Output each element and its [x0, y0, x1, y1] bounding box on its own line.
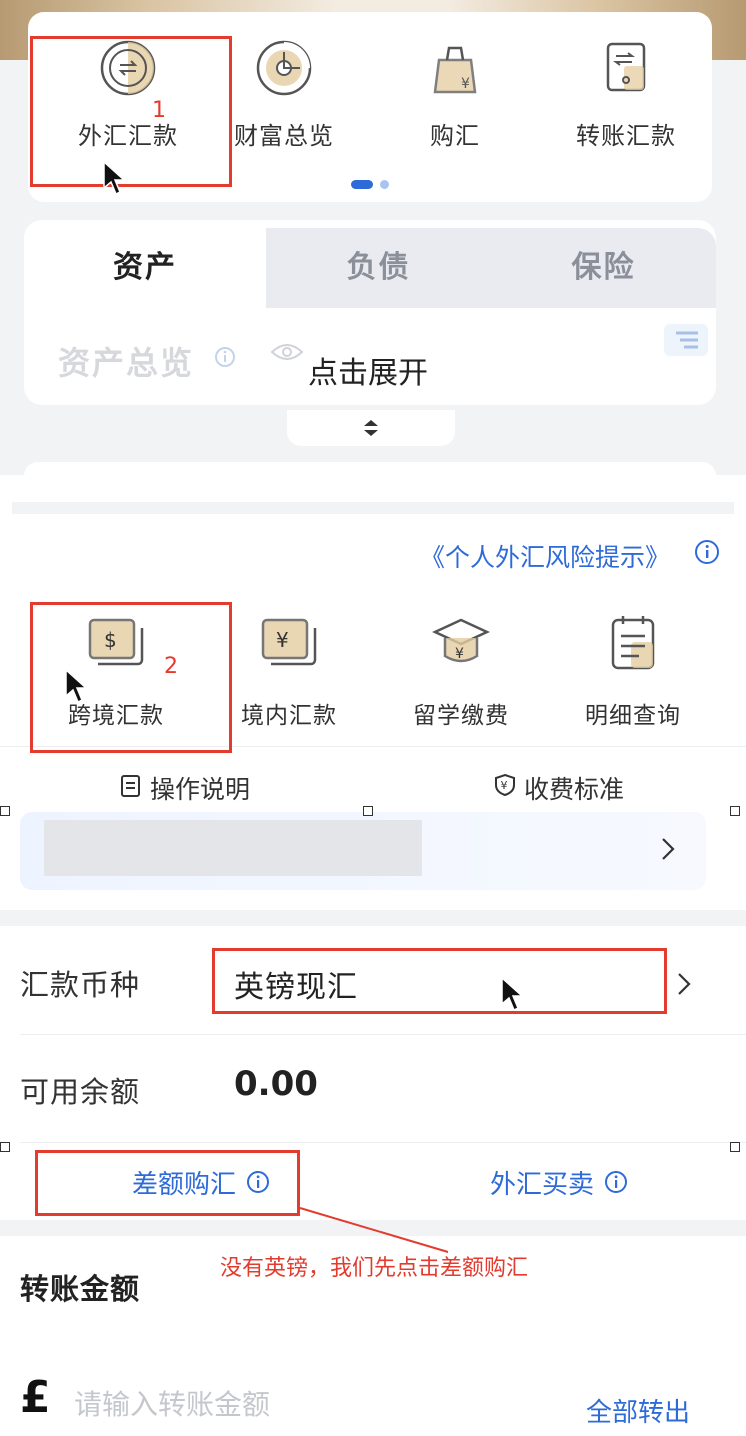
section-separator: [12, 502, 734, 514]
info-icon[interactable]: [214, 346, 236, 368]
available-balance-value: 0.00: [234, 1064, 318, 1104]
step-number-1: 1: [152, 98, 166, 123]
quick-item-transfer[interactable]: 转账汇款: [541, 38, 711, 178]
selection-handle: [730, 1142, 740, 1152]
chevron-right-icon[interactable]: [676, 970, 692, 998]
tab-insurance[interactable]: 保险: [491, 220, 716, 308]
svg-text:¥: ¥: [276, 628, 289, 652]
highlight-box-1: [30, 36, 232, 187]
divider: [20, 1142, 746, 1143]
mouse-cursor-icon: [501, 976, 524, 1012]
banner-content-placeholder: [44, 820, 422, 876]
service-label: 明细查询: [585, 703, 681, 729]
highlight-box-2: [30, 602, 232, 753]
eye-icon[interactable]: [270, 340, 304, 364]
step-number-2: 2: [164, 654, 178, 679]
info-icon[interactable]: [604, 1170, 628, 1194]
transfer-all-button[interactable]: 全部转出: [586, 1392, 690, 1429]
quick-item-label: 购汇: [430, 122, 480, 150]
info-icon[interactable]: [694, 539, 720, 565]
graduation-cap-icon: ¥: [432, 618, 490, 663]
yuan-card-icon: ¥: [261, 618, 317, 666]
svg-text:¥: ¥: [455, 646, 464, 662]
filter-icon[interactable]: [664, 324, 708, 356]
currency-label: 汇款币种: [20, 968, 141, 1002]
svg-text:¥: ¥: [461, 76, 470, 92]
transfer-amount-label: 转账金额: [20, 1272, 141, 1306]
operation-guide-link[interactable]: 操作说明: [120, 770, 250, 806]
tab-assets[interactable]: 资产: [24, 220, 266, 308]
fee-standard-link[interactable]: 收费标准: [494, 770, 624, 806]
transfer-amount-input[interactable]: [74, 1384, 494, 1424]
quick-item-label: 转账汇款: [576, 122, 676, 150]
service-transaction-details[interactable]: 明细查询: [548, 612, 718, 730]
mouse-cursor-icon: [103, 160, 126, 196]
buy-fx-icon: ¥: [433, 46, 477, 94]
chevron-right-icon[interactable]: [660, 835, 676, 863]
quick-item-buy-fx[interactable]: ¥ 购汇: [370, 38, 540, 178]
service-label: 留学缴费: [413, 703, 509, 729]
highlight-box-currency: [212, 948, 667, 1014]
divider: [20, 1034, 746, 1035]
page-indicator-active: [351, 180, 373, 189]
fx-risk-notice-link[interactable]: 《个人外汇风险提示》: [420, 538, 670, 574]
currency-symbol: £: [20, 1372, 51, 1423]
highlight-box-diff-buy: [35, 1150, 300, 1216]
available-balance-label: 可用余额: [20, 1075, 141, 1109]
expand-label[interactable]: 点击展开: [308, 348, 428, 392]
selection-handle: [730, 806, 740, 816]
transfer-icon: [606, 42, 646, 92]
annotation-note: 没有英镑，我们先点击差额购汇: [220, 1256, 529, 1281]
fx-trading-link[interactable]: 外汇买卖: [490, 1164, 594, 1201]
tab-liabilities[interactable]: 负债: [266, 220, 491, 308]
asset-overview-title: 资产总览: [58, 344, 195, 382]
mouse-cursor-icon: [65, 668, 88, 704]
asset-overview-card: 资产 负债 保险 资产总览 点击展开: [24, 220, 716, 405]
page-indicator-dot: [380, 180, 389, 189]
clipboard-icon: [611, 616, 655, 670]
next-card-peek: [24, 462, 716, 476]
wealth-overview-icon: [256, 40, 312, 96]
collapse-expand-icon[interactable]: [360, 417, 382, 439]
section-separator: [0, 910, 746, 926]
selection-handle: [0, 806, 10, 816]
selection-handle: [0, 1142, 10, 1152]
selection-handle: [363, 806, 373, 816]
service-study-abroad-payment[interactable]: ¥ 留学缴费: [376, 612, 546, 730]
